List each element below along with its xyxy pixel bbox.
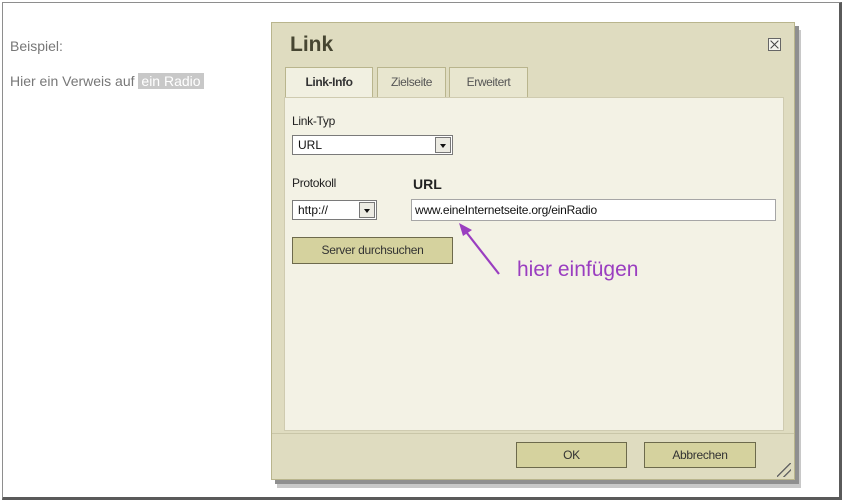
- chevron-down-icon[interactable]: [359, 202, 375, 218]
- cancel-button[interactable]: Abbrechen: [644, 442, 756, 468]
- protocol-value: http://: [298, 203, 329, 217]
- editor-text-prefix: Hier ein Verweis auf: [10, 73, 139, 89]
- editor-line-example: Beispiel:: [10, 38, 63, 54]
- browse-server-button[interactable]: Server durchsuchen: [292, 237, 453, 264]
- link-type-select[interactable]: URL: [292, 135, 453, 155]
- close-icon[interactable]: [768, 38, 781, 51]
- url-input[interactable]: www.eineInternetseite.org/einRadio: [411, 199, 776, 221]
- ok-button[interactable]: OK: [516, 442, 627, 468]
- tab-link-info[interactable]: Link-Info: [285, 67, 373, 98]
- dialog-title: Link: [290, 33, 334, 56]
- protocol-label: Protokoll: [292, 176, 336, 190]
- tab-erweitert[interactable]: Erweitert: [449, 67, 528, 97]
- annotation-text: hier einfügen: [517, 258, 639, 281]
- resize-grip-icon[interactable]: [777, 463, 791, 477]
- chevron-down-icon[interactable]: [435, 137, 451, 153]
- editor-line-link[interactable]: Hier ein Verweis auf ein Radio: [10, 73, 204, 89]
- link-dialog: Link Link-Info Zielseite Erweitert Link-…: [271, 22, 795, 480]
- tab-zielseite[interactable]: Zielseite: [377, 67, 446, 97]
- url-label: URL: [413, 176, 442, 192]
- link-type-label: Link-Typ: [292, 114, 335, 128]
- footer-divider: [272, 433, 794, 434]
- selected-text[interactable]: ein Radio: [138, 73, 204, 89]
- link-type-value: URL: [298, 138, 323, 152]
- annotation-arrow-icon: [459, 223, 500, 275]
- protocol-select[interactable]: http://: [292, 200, 377, 220]
